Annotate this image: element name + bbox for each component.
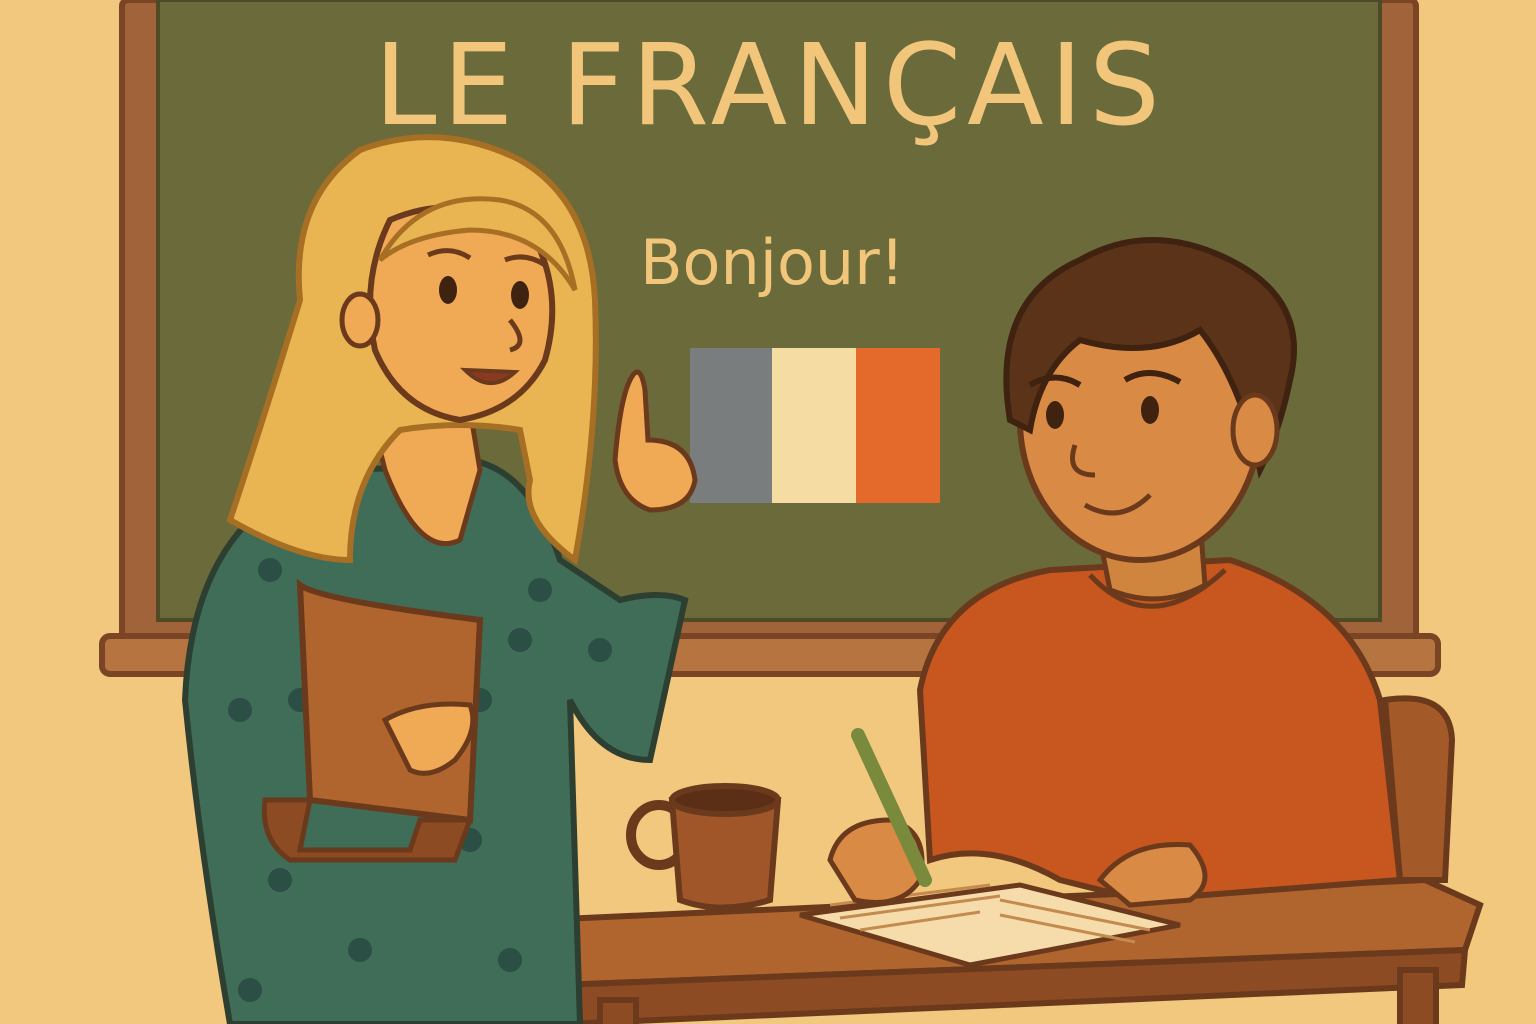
scene-artwork xyxy=(0,0,1536,1024)
french-flag-icon xyxy=(690,348,940,503)
chalkboard-greeting: Bonjour! xyxy=(640,226,905,299)
illustration-scene: LE FRANÇAIS Bonjour! xyxy=(0,0,1536,1024)
chalkboard-title: LE FRANÇAIS xyxy=(374,21,1166,151)
